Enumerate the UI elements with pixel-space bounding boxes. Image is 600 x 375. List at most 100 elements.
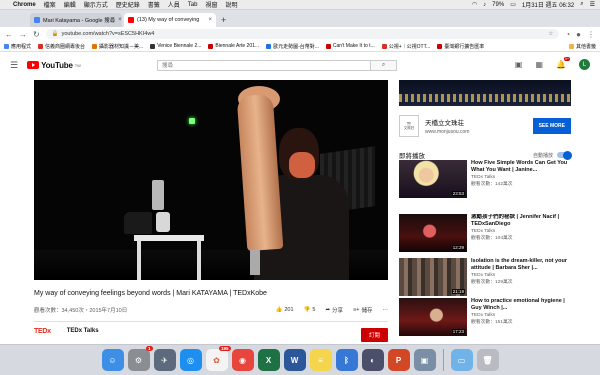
reload-icon[interactable]: ↻ [33,30,40,39]
avatar[interactable]: L [579,59,590,70]
recommended-video-title[interactable]: Isolation is the dream-killer, not your … [471,258,571,272]
menu-tab[interactable]: Tab [188,2,198,8]
recommended-video[interactable]: 21:19 Isolation is the dream-killer, not … [399,258,571,296]
create-video-icon[interactable]: ▣ [515,60,523,69]
recommended-video[interactable]: 23:53 How Five Simple Words Can Get You W… [399,160,571,198]
menu-view[interactable]: 顯示方式 [84,0,108,9]
bookmark-item[interactable]: 歐元走勢圖-台幣對... [266,43,319,50]
trash-icon[interactable]: 🗑 [476,349,499,371]
bookmark-star-icon[interactable]: ☆ [548,31,553,37]
recommended-video-title[interactable]: How to practice emotional hygiene | Guy … [471,298,571,312]
bookmark-item[interactable]: 攝影器材知識－美... [92,43,143,50]
recommended-channel[interactable]: TEDx Talks [471,175,571,181]
powerpoint-icon[interactable]: P [387,349,410,371]
ad-advertiser-name[interactable]: 天橋立文珠荘 [425,117,469,127]
wifi-icon[interactable]: ◠ [472,1,477,8]
video-duration: 12:29 [451,245,465,250]
share-button[interactable]: ➦ 分享 [325,306,343,314]
macos-dock: ☺ ⚙ 1 ✈ ◎ ✿ 195 ◉ X W ≡ ᛒ ◐ P ▣ ▭ 🗑 [0,344,600,375]
bookmark-item[interactable]: 公視+｜公視OTT... [381,43,430,50]
recommended-video[interactable]: 12:29 激勵孩子們的秘訣 | Jennifer Nacif | TEDxSan… [399,214,571,252]
chrome-menu-icon[interactable]: ⋮ [587,30,595,39]
video-player[interactable] [34,80,388,280]
menu-file[interactable]: 檔案 [44,0,56,9]
macos-installer-icon[interactable]: ◐ [361,349,384,371]
video-thumbnail[interactable]: 12:29 [399,214,467,252]
menu-edit[interactable]: 編輯 [64,0,76,9]
extensions-icon[interactable]: ◔ [565,30,570,39]
bookmark-item[interactable]: Can't Make It to t... [325,43,375,49]
volume-icon[interactable]: ♪ [483,2,486,8]
channel-name[interactable]: TEDx Talks [67,328,99,334]
launchpad-icon[interactable]: ✈ [153,349,176,371]
video-thumbnail[interactable]: 21:19 [399,258,467,296]
bluetooth-icon[interactable]: ᛒ [335,349,358,371]
menu-bookmarks[interactable]: 書籤 [148,0,160,9]
bookmark-item[interactable]: Venice Biennale 2... [150,43,201,49]
address-bar[interactable]: 🔒 youtube.com/watch?v=sESC5HKI4w4 ☆ [45,29,560,39]
recommended-video-title[interactable]: How Five Simple Words Can Get You What Y… [471,160,571,174]
profile-icon[interactable]: ● [576,30,581,39]
preview-icon[interactable]: ▣ [413,349,436,371]
recommended-video[interactable]: 17:23 How to practice emotional hygiene |… [399,298,571,336]
notifications-bell-icon[interactable]: 🔔 9+ [556,57,570,69]
share-icon: ➦ [325,307,331,313]
recommended-channel[interactable]: TEDx Talks [471,229,571,235]
notes-icon[interactable]: ≡ [309,349,332,371]
video-thumbnail[interactable]: 17:23 [399,298,467,336]
channel-avatar-tedx[interactable]: TEDx [34,328,51,335]
recommended-channel[interactable]: TEDx Talks [471,273,571,279]
menu-history[interactable]: 歷史紀錄 [116,0,140,9]
downloads-folder-icon[interactable]: ▭ [450,349,473,371]
menu-list-icon[interactable]: ☰ [590,1,595,8]
hamburger-menu-icon[interactable]: ☰ [10,60,18,71]
search-input[interactable] [158,61,370,70]
menu-people[interactable]: 人員 [168,0,180,9]
ad-banner-image[interactable] [399,80,571,106]
save-button[interactable]: ≡+ 儲存 [353,306,372,314]
bookmark-item[interactable]: 臺灣銀行擴告匯率 [437,43,484,50]
new-tab-button[interactable]: + [221,15,226,25]
close-icon[interactable]: × [208,17,212,23]
search-icon[interactable]: ⌕ [580,1,583,8]
bookmark-favicon-icon [325,43,331,49]
dock-glyph: X [265,355,272,365]
menu-help[interactable]: 說明 [225,0,237,9]
battery-icon[interactable]: ▭ [510,1,516,8]
see-more-button[interactable]: SEE MORE [532,118,571,134]
battery-percent[interactable]: 79% [492,2,504,8]
ad-logo[interactable]: ⛩ 文珠荘 [399,115,419,137]
photos-icon[interactable]: ✿ 195 [205,346,231,371]
video-thumbnail[interactable]: 23:53 [399,160,467,198]
autoplay-toggle[interactable] [557,150,572,160]
word-icon[interactable]: W [283,349,306,371]
recommended-video-title[interactable]: 激勵孩子們的秘訣 | Jennifer Nacif | TEDxSanDiego [471,214,571,228]
like-button[interactable]: 👍 201 [275,307,293,313]
app-menu-chrome[interactable]: Chrome [13,2,36,8]
close-icon[interactable]: × [118,17,122,23]
tab-youtube-video[interactable]: (13) My way of conveying × [124,13,216,27]
youtube-search-box[interactable]: ⌕ [157,60,397,71]
other-bookmarks-folder[interactable]: 其他書籤 [568,43,596,50]
apps-grid-icon[interactable]: ▦ [535,60,543,69]
url-text[interactable]: youtube.com/watch?v=sESC5HKI4w4 [62,31,155,37]
bookmark-item[interactable]: 信義商圈網專後台 [38,43,85,50]
excel-icon[interactable]: X [257,349,280,371]
bookmark-item[interactable]: Biennale Arte 201... [208,43,259,49]
chrome-icon[interactable]: ◉ [231,349,254,371]
subscribe-button[interactable]: 訂閱 [360,328,388,342]
finder-icon[interactable]: ☺ [101,349,124,371]
dislike-button[interactable]: 👎 5 [304,307,316,313]
system-preferences-icon[interactable]: ⚙ 1 [127,346,153,371]
menu-window[interactable]: 視窗 [205,0,217,9]
more-actions-button[interactable]: ⋯ [383,307,389,313]
bookmark-item[interactable]: 應用程式 [4,43,31,50]
youtube-logo[interactable]: YouTube TW [27,61,81,70]
safari-icon[interactable]: ◎ [179,349,202,371]
back-icon[interactable]: ← [5,30,13,39]
recommended-channel[interactable]: TEDx Talks [471,313,571,319]
clock[interactable]: 1月31日 週五 06:32 [522,0,574,9]
forward-icon[interactable]: → [19,30,27,39]
tab-google-search[interactable]: Mari Katayama - Google 搜尋 × [30,13,122,27]
search-icon[interactable]: ⌕ [370,61,396,70]
